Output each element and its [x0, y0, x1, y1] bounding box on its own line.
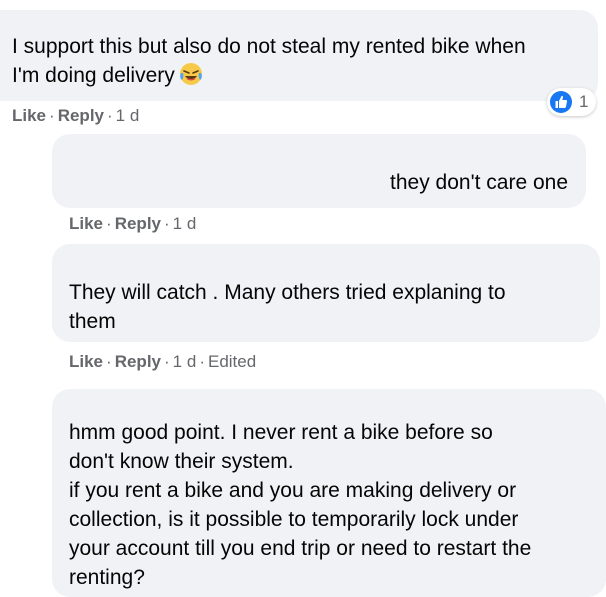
like-link[interactable]: Like — [12, 106, 46, 125]
separator: · — [106, 214, 112, 233]
comment-bubble: they don't care one — [52, 134, 586, 208]
comment-text: hmm good point. I never rent a bike befo… — [69, 421, 532, 589]
separator: · — [107, 106, 113, 125]
separator: · — [49, 106, 55, 125]
comment-actions: Like · Reply · 1 d · Edited — [69, 352, 256, 372]
reply-link[interactable]: Reply — [115, 214, 161, 233]
separator: · — [199, 352, 205, 371]
reply-link[interactable]: Reply — [58, 106, 104, 125]
comment-text: They will catch . Many others tried expl… — [69, 281, 506, 333]
timestamp[interactable]: 1 d — [116, 106, 140, 125]
reaction-count-badge[interactable]: 1 — [547, 88, 597, 116]
edited-label[interactable]: Edited — [208, 352, 256, 371]
reply-link[interactable]: Reply — [115, 352, 161, 371]
comment-bubble: They will catch . Many others tried expl… — [52, 244, 600, 342]
comment-bubble: hmm good point. I never rent a bike befo… — [52, 389, 606, 597]
separator: · — [164, 214, 170, 233]
comment-actions: Like · Reply · 1 d — [69, 214, 196, 234]
comment-bubble: I support this but also do not steal my … — [0, 10, 598, 101]
separator: · — [106, 352, 112, 371]
reaction-count: 1 — [579, 92, 589, 111]
like-link[interactable]: Like — [69, 214, 103, 233]
comment-actions: Like · Reply · 1 d — [12, 106, 139, 126]
timestamp[interactable]: 1 d — [173, 214, 197, 233]
comment-text: they don't care one — [390, 171, 568, 194]
timestamp[interactable]: 1 d — [173, 352, 197, 371]
separator: · — [164, 352, 170, 371]
like-link[interactable]: Like — [69, 352, 103, 371]
like-icon — [549, 90, 573, 114]
comment-text: I support this but also do not steal my … — [12, 35, 526, 87]
laughing-crying-face-icon — [179, 62, 203, 94]
